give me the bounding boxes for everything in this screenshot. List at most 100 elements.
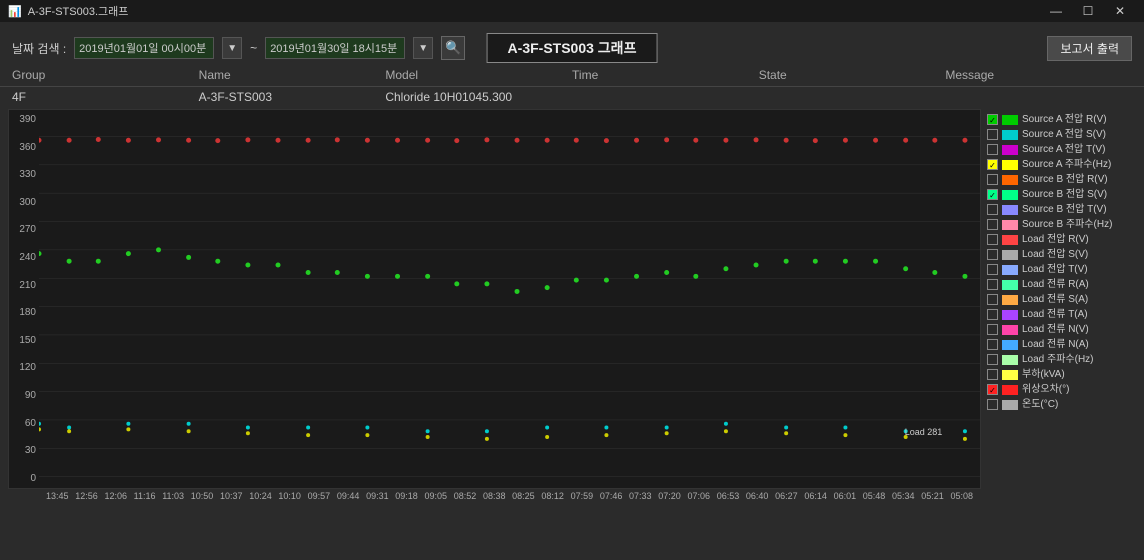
x-label: 08:52 (454, 491, 477, 501)
legend-label-text: 위상오차(°) (1022, 383, 1069, 396)
date-from-dropdown[interactable]: ▼ (222, 37, 242, 59)
legend-checkbox[interactable] (987, 354, 998, 365)
legend-color-indicator (1002, 220, 1018, 230)
x-label: 09:18 (395, 491, 418, 501)
cell-state (759, 90, 946, 104)
x-label: 09:57 (308, 491, 331, 501)
y-label-390: 390 (9, 114, 39, 125)
legend-label-text: Load 전류 S(A) (1022, 293, 1088, 306)
col-model: Model (385, 68, 572, 82)
legend-item: ✓ Source A 주파수(Hz) (987, 158, 1130, 171)
x-label: 07:06 (687, 491, 710, 501)
legend-checkbox[interactable] (987, 219, 998, 230)
legend-checkbox[interactable] (987, 369, 998, 380)
col-state: State (759, 68, 946, 82)
legend-color-indicator (1002, 115, 1018, 125)
date-from-input[interactable] (74, 37, 214, 59)
x-label: 07:59 (571, 491, 594, 501)
legend-checkbox[interactable] (987, 324, 998, 335)
x-label: 05:34 (892, 491, 915, 501)
legend-label-text: Source A 주파수(Hz) (1022, 158, 1111, 171)
report-button[interactable]: 보고서 출력 (1047, 36, 1132, 61)
legend-checkbox[interactable]: ✓ (987, 189, 998, 200)
legend-item: Load 주파수(Hz) (987, 353, 1130, 366)
legend-color-indicator (1002, 370, 1018, 380)
legend-checkbox[interactable] (987, 399, 998, 410)
data-row: 4F A-3F-STS003 Chloride 10H01045.300 (0, 87, 1144, 107)
date-to-dropdown[interactable]: ▼ (413, 37, 433, 59)
title-bar-controls[interactable]: — ☐ ✕ (1040, 0, 1136, 22)
legend-color-indicator (1002, 265, 1018, 275)
x-label: 09:31 (366, 491, 389, 501)
legend-color-indicator (1002, 310, 1018, 320)
y-axis: 390 360 330 300 270 240 210 180 150 120 … (9, 110, 39, 488)
legend-color-indicator (1002, 325, 1018, 335)
x-label: 08:12 (541, 491, 564, 501)
legend-checkbox[interactable] (987, 279, 998, 290)
legend-item: Load 전류 T(A) (987, 308, 1130, 321)
y-label-90: 90 (9, 390, 39, 401)
legend-checkbox[interactable] (987, 264, 998, 275)
minimize-button[interactable]: — (1040, 0, 1072, 22)
y-label-360: 360 (9, 142, 39, 153)
x-label: 12:06 (104, 491, 127, 501)
legend-color-indicator (1002, 205, 1018, 215)
x-label: 10:50 (191, 491, 214, 501)
close-button[interactable]: ✕ (1104, 0, 1136, 22)
legend-checkbox[interactable]: ✓ (987, 114, 998, 125)
legend-item: Source A 전압 T(V) (987, 143, 1130, 156)
dots-cyan (39, 422, 967, 434)
date-to-input[interactable] (265, 37, 405, 59)
maximize-button[interactable]: ☐ (1072, 0, 1104, 22)
col-message: Message (945, 68, 1132, 82)
legend: ✓Source A 전압 R(V) Source A 전압 S(V) Source … (981, 109, 1136, 489)
legend-label-text: Load 전압 R(V) (1022, 233, 1089, 246)
legend-label-text: Source B 전압 R(V) (1022, 173, 1108, 186)
legend-item: Load 전압 S(V) (987, 248, 1130, 261)
legend-label-text: Load 전압 T(V) (1022, 263, 1088, 276)
dots-green (39, 247, 967, 294)
legend-item: ✓Source A 전압 R(V) (987, 113, 1130, 126)
y-label-300: 300 (9, 197, 39, 208)
legend-checkbox[interactable] (987, 204, 998, 215)
x-axis: 13:4512:5612:0611:1611:0310:5010:3710:24… (8, 489, 981, 501)
x-label: 10:37 (220, 491, 243, 501)
legend-color-indicator (1002, 280, 1018, 290)
legend-checkbox[interactable] (987, 144, 998, 155)
legend-item: ✓Source B 전압 S(V) (987, 188, 1130, 201)
col-name: Name (199, 68, 386, 82)
legend-checkbox[interactable] (987, 339, 998, 350)
legend-checkbox[interactable]: ✓ (987, 159, 998, 170)
legend-checkbox[interactable]: ✓ (987, 384, 998, 395)
legend-item: Source A 전압 S(V) (987, 128, 1130, 141)
legend-checkbox[interactable] (987, 234, 998, 245)
legend-color-indicator (1002, 175, 1018, 185)
legend-color-indicator (1002, 130, 1018, 140)
legend-checkbox[interactable] (987, 309, 998, 320)
legend-label-text: Source B 전압 T(V) (1022, 203, 1107, 216)
legend-label-text: Load 전류 R(A) (1022, 278, 1089, 291)
load-label: Load 281 (905, 427, 943, 437)
app-title-box: A-3F-STS003 그래프 (487, 33, 658, 63)
legend-checkbox[interactable] (987, 174, 998, 185)
x-label: 06:14 (804, 491, 827, 501)
legend-checkbox[interactable] (987, 294, 998, 305)
x-label: 08:25 (512, 491, 535, 501)
y-label-210: 210 (9, 280, 39, 291)
table-header: Group Name Model Time State Message (0, 64, 1144, 87)
legend-checkbox[interactable] (987, 129, 998, 140)
x-label: 07:33 (629, 491, 652, 501)
search-button[interactable]: 🔍 (441, 36, 465, 60)
app-icon: 📊 (8, 5, 22, 18)
legend-label-text: Load 주파수(Hz) (1022, 353, 1094, 366)
legend-item: Load 전류 S(A) (987, 293, 1130, 306)
legend-item: 부하(kVA) (987, 368, 1130, 381)
cell-model: Chloride 10H01045.300 (385, 90, 572, 104)
cell-message (945, 90, 1132, 104)
title-bar-text: A-3F-STS003.그래프 (28, 3, 129, 19)
legend-label-text: Source A 전압 T(V) (1022, 143, 1105, 156)
legend-checkbox[interactable] (987, 249, 998, 260)
x-label: 05:48 (863, 491, 886, 501)
chart-svg: Load 281 (39, 110, 980, 488)
legend-color-indicator (1002, 295, 1018, 305)
